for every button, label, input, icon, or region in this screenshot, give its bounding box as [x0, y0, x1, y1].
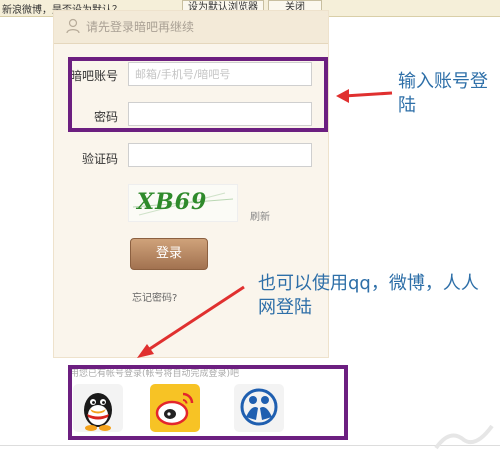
- arrow-to-social: [144, 285, 245, 354]
- bottom-divider: [0, 445, 500, 446]
- arrow-head-account: [336, 89, 349, 103]
- arrow-to-account: [343, 91, 393, 98]
- annotation-arrows: [137, 89, 393, 358]
- social-annotation: 也可以使用qq，微博，人人网登陆: [258, 273, 479, 318]
- watermark-logo: [434, 424, 494, 450]
- account-annotation: 输入账号登陆: [398, 71, 488, 116]
